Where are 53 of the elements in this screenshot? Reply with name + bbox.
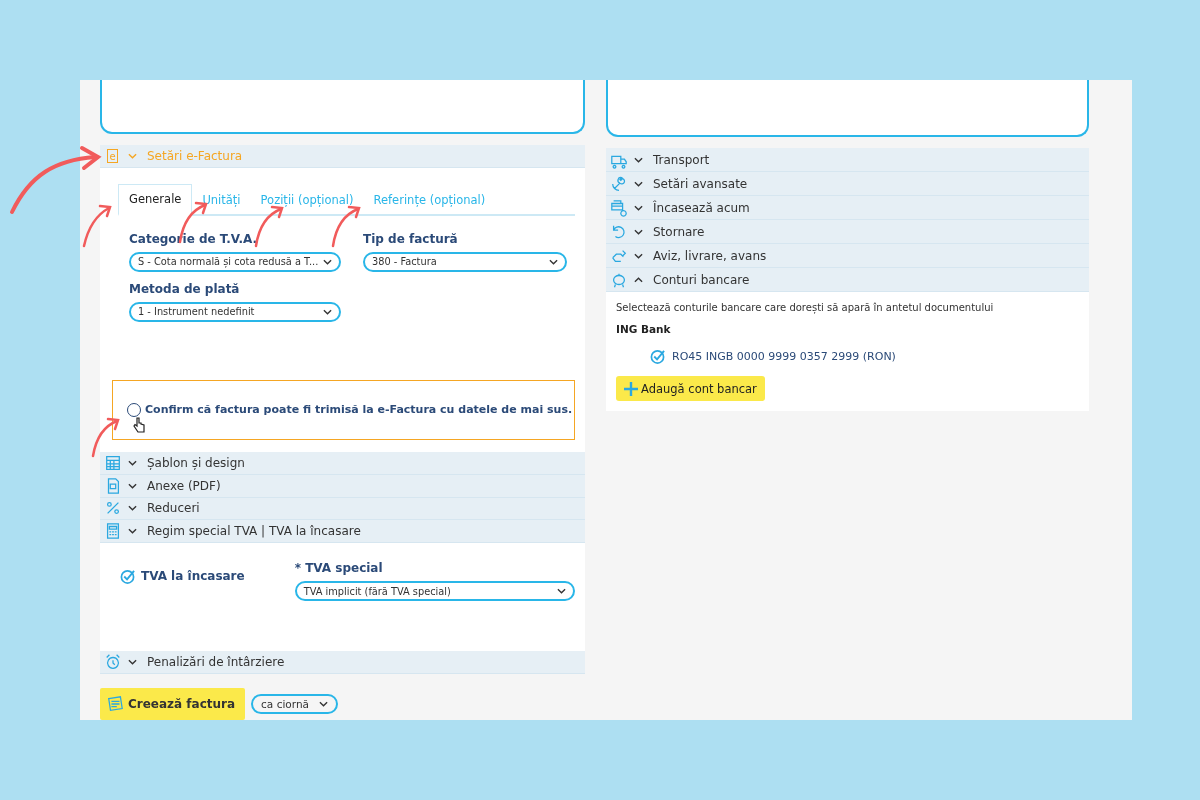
section-header[interactable]: Anexe (PDF) [100,474,585,498]
account-label: RO45 INGB 0000 9999 0357 2999 (RON) [672,350,896,363]
chevron-icon [128,528,137,535]
section-header[interactable]: Penalizări de întârziere [100,651,585,674]
section-header[interactable]: Reduceri [100,497,585,521]
annotation-arrow [254,205,284,248]
annotation-arrow [91,417,120,458]
save-mode-dropdown[interactable]: ca ciornă [251,694,338,714]
section-header[interactable]: Setări avansate [606,172,1089,196]
checkbox-checked-icon[interactable] [120,569,135,585]
chevron-icon [549,258,558,265]
chevron-icon [557,588,566,595]
section-header[interactable]: Încasează acum [606,196,1089,220]
radio-button[interactable] [127,402,141,417]
chevron-icon [128,482,137,489]
chevron-icon [128,153,137,159]
chevron-icon [323,308,332,315]
section-icon [104,653,122,672]
invoice-icon [106,695,124,713]
bank-name: ING Bank [616,323,672,335]
section-header[interactable]: Transport [606,148,1089,172]
section-header[interactable]: Regim special TVA | TVA la încasare [100,520,585,544]
dropdown[interactable]: 1 - Instrument nedefinit [129,301,341,322]
section-header[interactable]: Conturi bancare [606,268,1089,292]
checkbox-label: TVA la încasare [141,569,245,584]
dropdown[interactable]: TVA implicit (fără TVA special) [294,581,575,602]
chevron-icon [128,659,137,666]
hand-cursor-icon [133,416,145,433]
description-text: Selectează conturile bancare care dorești să apară în antetul documentului [616,302,995,313]
plus-icon [624,381,638,396]
section-header[interactable]: Stornare [606,220,1089,244]
dropdown[interactable]: 380 - Factura [363,251,567,272]
dropdown[interactable]: S - Cota normală și cota redusă a T... [129,251,341,272]
section-header[interactable]: Aviz, livrare, avans [606,244,1089,268]
section-icon [610,174,628,193]
annotation-arrow [331,205,361,248]
field-label: Tip de factură [363,231,459,246]
chevron-icon [323,258,332,265]
tab[interactable]: Generale [118,183,193,216]
section-header[interactable]: Șablon și design [100,451,585,475]
checkbox-checked-icon[interactable] [650,349,665,364]
add-bank-account-button[interactable]: Adaugă cont bancar [616,376,765,401]
field-label: * TVA special [294,561,384,576]
e-invoice-icon: e [107,149,118,163]
section-icon [104,522,122,541]
chevron-icon [128,459,137,466]
field-label: Metoda de plată [129,281,241,296]
section-icon [104,453,122,472]
section-icon [610,198,628,217]
create-invoice-button[interactable]: Creează factura [100,688,246,720]
confirm-label: Confirm că factura poate fi trimisă la e-Factura cu datele de mai sus. [145,403,573,417]
chevron-icon [128,505,137,512]
chevron-icon [319,701,328,707]
